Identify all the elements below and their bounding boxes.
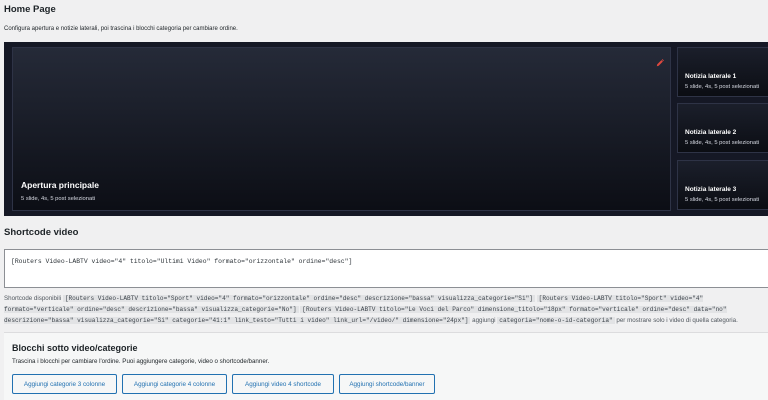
available-label: Shortcode disponibili [4,295,62,302]
side-news-subtitle: 5 slide, 4s, 5 post selezionati [685,140,760,146]
hero-layout: Apertura principale 5 slide, 4s, 5 post … [4,42,768,216]
side-news-subtitle: 5 slide, 4s, 5 post selezionati [685,197,760,203]
side-news-title: Notizia laterale 3 [685,186,737,193]
add-categories-4-columns-button[interactable]: Aggiungi categorie 4 colonne [122,374,227,394]
side-news-title: Notizia laterale 1 [685,73,737,80]
add-shortcode-banner-button[interactable]: Aggiungi shortcode/banner [339,374,435,394]
blocks-description: Trascina i blocchi per cambiare l'ordine… [12,358,270,365]
category-attribute-code: categoria="nome-o-id-categoria" [497,317,615,324]
add-label: aggiungi [472,317,496,324]
side-news-slot-1[interactable]: Notizia laterale 1 5 slide, 4s, 5 post s… [677,47,768,97]
shortcode-textarea[interactable]: [Routers Video-LABTV video="4" titolo="U… [4,249,768,288]
add-video-4-shortcode-button[interactable]: Aggiungi video 4 shortcode [232,374,334,394]
shortcode-example: [Routers Video-LABTV titolo="Sport" vide… [62,295,535,302]
main-opening-slot[interactable]: Apertura principale 5 slide, 4s, 5 post … [12,47,671,211]
main-opening-title: Apertura principale [21,180,99,190]
main-opening-subtitle: 5 slide, 4s, 5 post selezionati [21,196,96,202]
page-title: Home Page [4,4,56,15]
blocks-panel: Blocchi sotto video/categorie Trascina i… [4,332,768,400]
side-news-slot-3[interactable]: Notizia laterale 3 5 slide, 4s, 5 post s… [677,160,768,210]
shortcode-section-title: Shortcode video [4,227,79,238]
page-description: Configura apertura e notizie laterali, p… [4,26,238,32]
side-news-subtitle: 5 slide, 4s, 5 post selezionati [685,84,760,90]
pencil-icon[interactable] [656,59,664,67]
available-shortcodes: Shortcode disponibili [Routers Video-LAB… [4,293,768,327]
side-news-title: Notizia laterale 2 [685,129,737,136]
add-categories-3-columns-button[interactable]: Aggiungi categorie 3 colonne [12,374,117,394]
side-news-slot-2[interactable]: Notizia laterale 2 5 slide, 4s, 5 post s… [677,103,768,153]
blocks-title: Blocchi sotto video/categorie [12,343,138,353]
add-suffix: per mostrare solo i video di quella cate… [616,317,738,324]
